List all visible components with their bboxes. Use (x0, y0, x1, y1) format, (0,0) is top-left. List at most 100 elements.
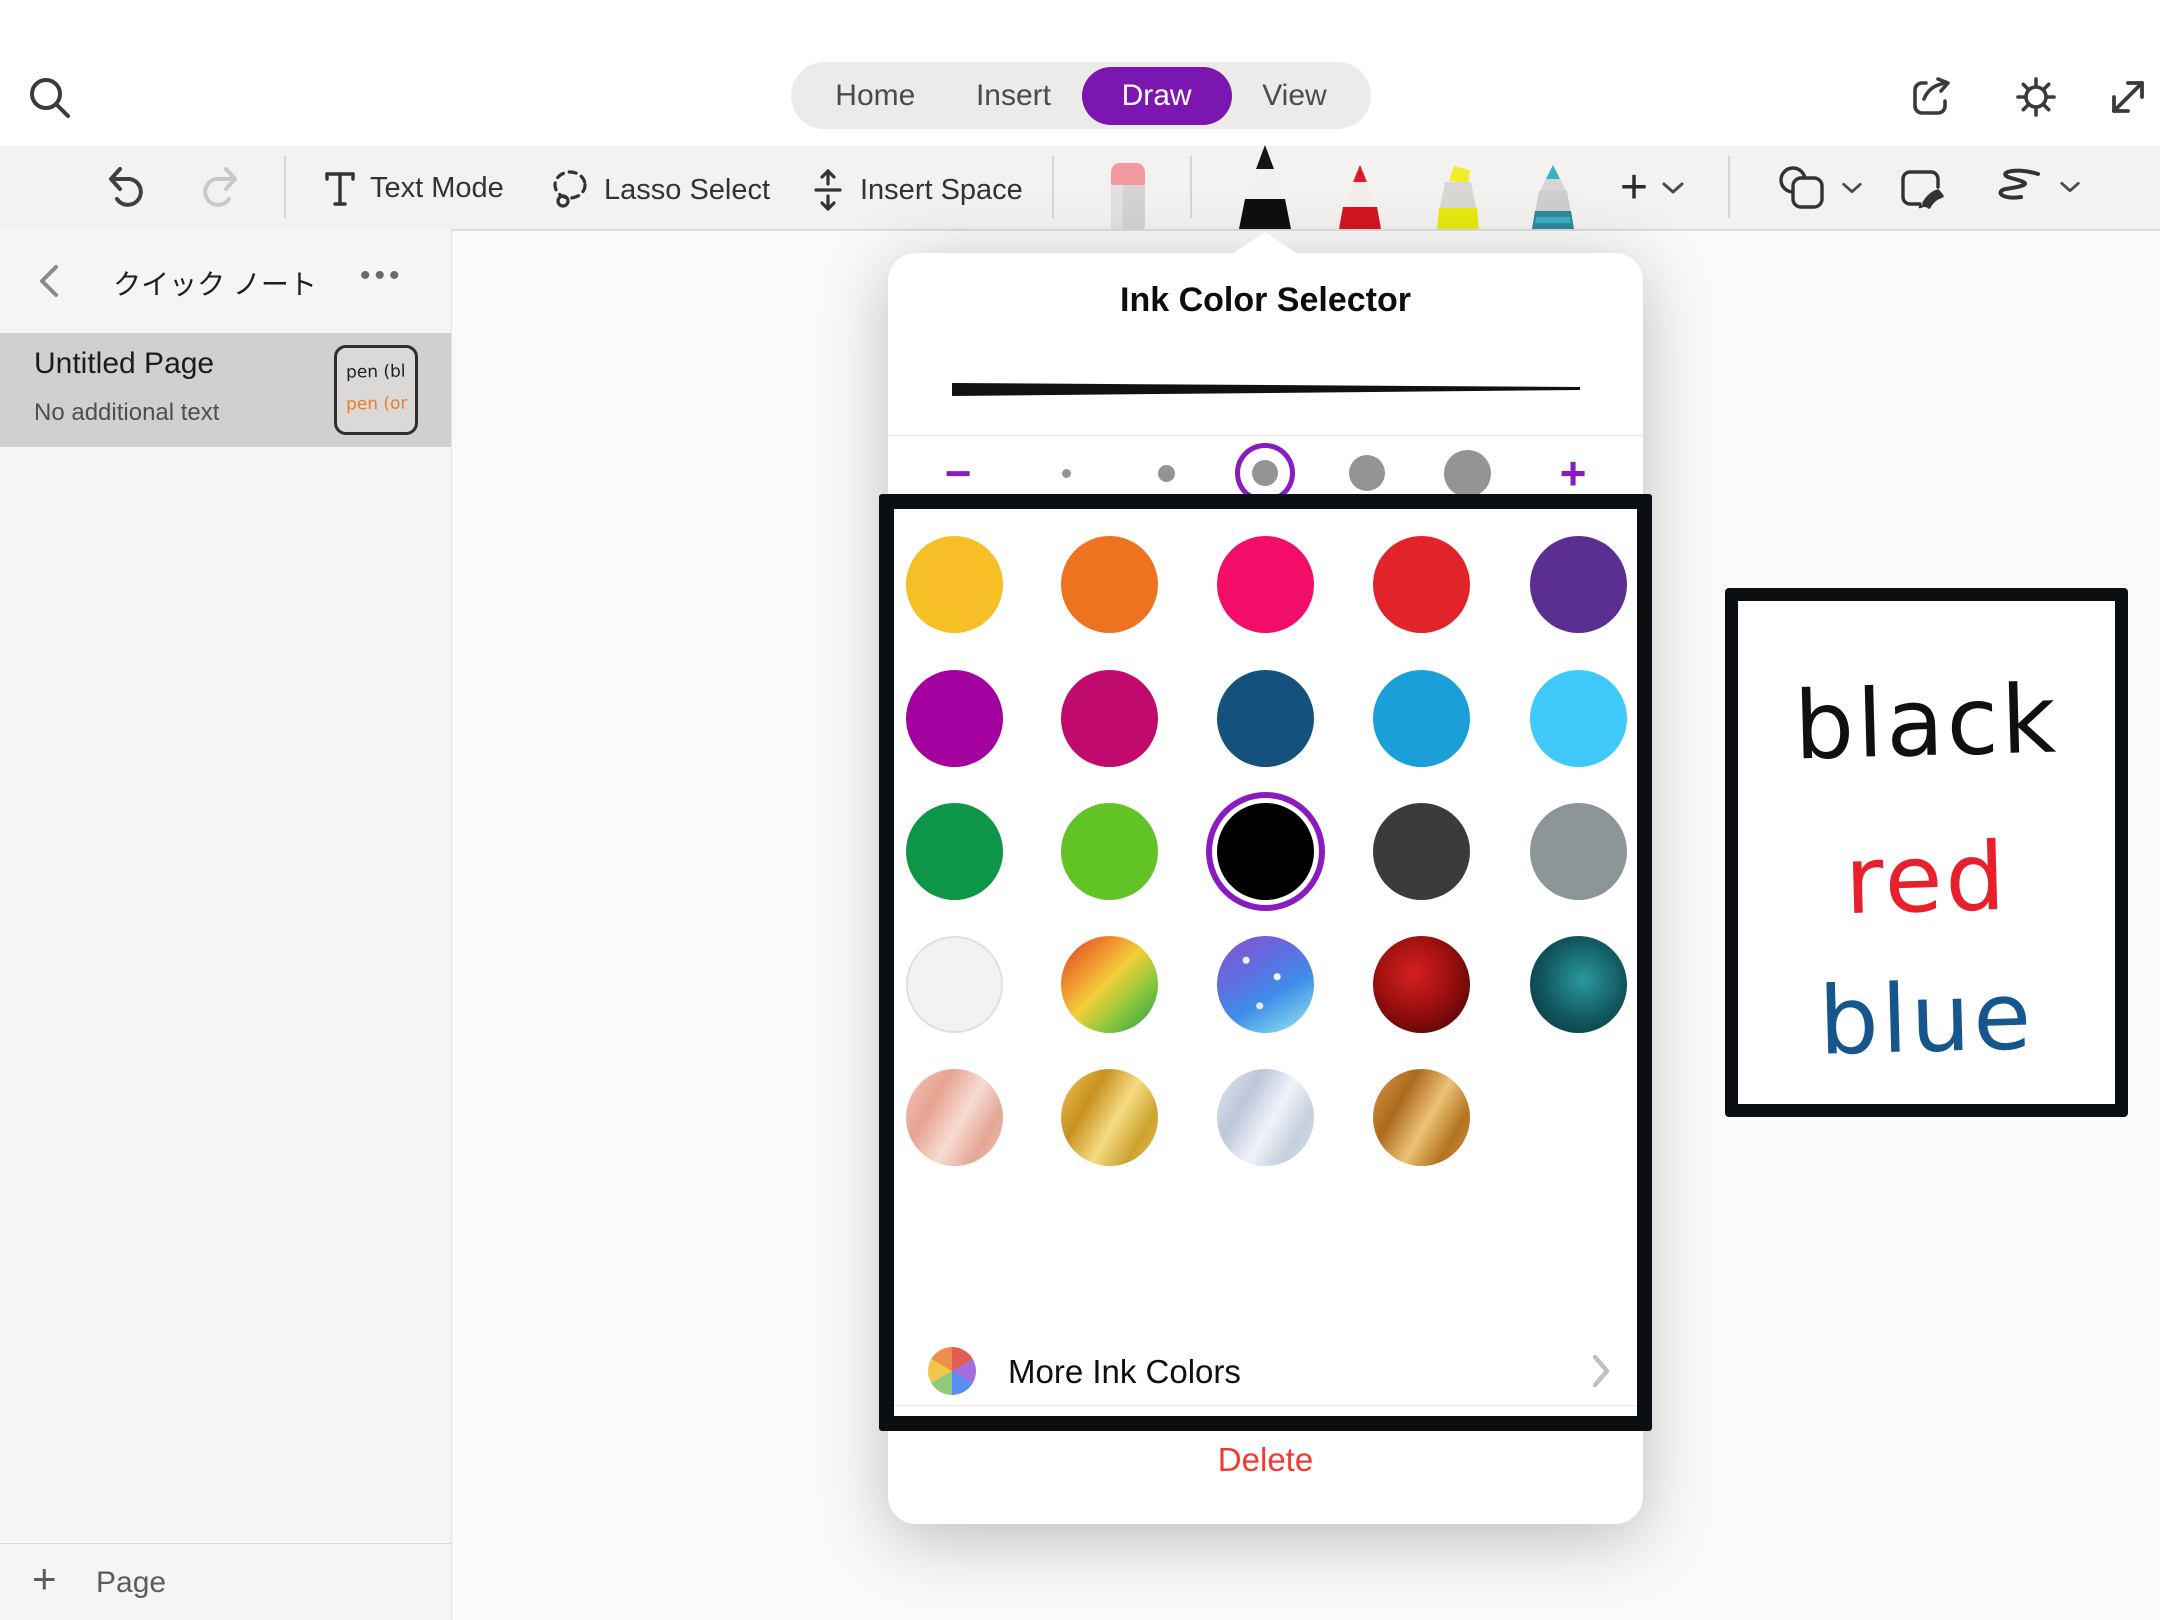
page-thumbnail: pen (bl pen (or (334, 345, 418, 435)
plus-icon: + (1620, 164, 1648, 212)
color-swatch-white[interactable] (906, 936, 1003, 1033)
pen-red-icon[interactable] (1334, 165, 1386, 234)
handwritten-word-black: black (1737, 672, 2116, 776)
ink-squiggle-icon (1990, 167, 2046, 207)
highlighter-yellow-icon[interactable] (1431, 165, 1485, 234)
tab-home[interactable]: Home (805, 69, 945, 123)
more-options-ellipsis-icon[interactable]: ••• (360, 259, 404, 293)
tab-insert[interactable]: Insert (946, 69, 1081, 123)
stroke-size-dot-3[interactable] (1252, 460, 1278, 486)
popup-title: Ink Color Selector (888, 281, 1643, 320)
color-swatch-ocean-teal[interactable] (1530, 936, 1627, 1033)
color-swatch-violet[interactable] (906, 670, 1003, 767)
text-mode-icon (322, 168, 358, 208)
toolbar-divider (284, 156, 286, 218)
thumbnail-ink-line: pen (or (346, 388, 416, 421)
more-ink-colors-row[interactable]: More Ink Colors (888, 1343, 1643, 1399)
color-swatch-rose-gold[interactable] (906, 1069, 1003, 1166)
stroke-size-dot-1[interactable] (1062, 469, 1071, 478)
color-swatch-red[interactable] (1373, 536, 1470, 633)
pencil-teal-icon[interactable] (1527, 165, 1579, 234)
color-swatch-gray[interactable] (1530, 803, 1627, 900)
stroke-size-dot-4[interactable] (1349, 455, 1385, 491)
search-icon[interactable] (22, 70, 78, 126)
popup-divider (888, 1405, 1643, 1406)
handwritten-word-blue: blue (1737, 968, 2116, 1072)
chevron-down-icon (1660, 180, 1686, 196)
tab-view[interactable]: View (1232, 69, 1356, 123)
text-mode-button[interactable]: Text Mode (322, 168, 504, 208)
lasso-icon (548, 168, 592, 212)
draw-toolbar: Text Mode Lasso Select Insert Space (0, 146, 2160, 231)
undo-button[interactable] (104, 163, 150, 213)
lasso-select-label: Lasso Select (604, 174, 770, 207)
color-swatch-gold[interactable] (1061, 1069, 1158, 1166)
lasso-select-button[interactable]: Lasso Select (548, 168, 770, 212)
color-swatch-dark-gray[interactable] (1373, 803, 1470, 900)
add-page-button[interactable]: + Page (0, 1543, 451, 1620)
color-swatch-blue[interactable] (1373, 670, 1470, 767)
color-swatch-silver[interactable] (1217, 1069, 1314, 1166)
more-ink-colors-label: More Ink Colors (1008, 1353, 1241, 1391)
stroke-size-dot-5[interactable] (1444, 450, 1491, 497)
insert-space-label: Insert Space (860, 174, 1023, 207)
color-swatch-green[interactable] (906, 803, 1003, 900)
ink-annotation-rectangle-words: black red blue (1725, 588, 2128, 1117)
tab-draw[interactable]: Draw (1082, 67, 1232, 125)
redo-button[interactable] (196, 163, 242, 213)
add-page-label: Page (96, 1566, 166, 1600)
page-list-item-selected[interactable]: Untitled Page No additional text pen (bl… (0, 333, 451, 447)
pen-black-selected-icon[interactable] (1233, 145, 1297, 234)
color-swatch-purple[interactable] (1530, 536, 1627, 633)
toolbar-divider (1728, 156, 1730, 218)
color-swatch-bronze[interactable] (1373, 1069, 1470, 1166)
fullscreen-expand-icon[interactable] (2102, 71, 2154, 123)
color-swatch-dark-blue[interactable] (1217, 670, 1314, 767)
settings-gear-icon[interactable] (2010, 71, 2062, 123)
text-mode-label: Text Mode (370, 172, 504, 205)
stroke-size-dot-2[interactable] (1158, 465, 1175, 482)
ink-annotate-icon (1898, 165, 1948, 211)
decrease-size-button[interactable]: − (928, 449, 988, 497)
plus-icon: + (32, 1558, 57, 1600)
onenote-draw-screen: Home Insert Draw View (0, 0, 2160, 1620)
chevron-right-icon (1590, 1353, 1612, 1394)
toolbar-divider (1190, 156, 1192, 218)
color-swatch-magenta[interactable] (1061, 670, 1158, 767)
color-wheel-icon (928, 1347, 976, 1395)
ink-annotate-button[interactable] (1898, 165, 1948, 211)
page-title: Untitled Page (34, 347, 214, 381)
color-swatch-galaxy[interactable] (1217, 936, 1314, 1033)
back-chevron-icon[interactable] (32, 261, 68, 301)
color-swatch-light-green[interactable] (1061, 803, 1158, 900)
color-swatch-light-blue[interactable] (1530, 670, 1627, 767)
ribbon-tab-bar: Home Insert Draw View (791, 62, 1371, 129)
color-swatch-rainbow-glitter[interactable] (1061, 936, 1158, 1033)
toolbar-divider (1052, 156, 1054, 218)
ink-color-selector-popup: Ink Color Selector − + More Ink Colors D… (888, 253, 1643, 1524)
popup-divider (888, 435, 1643, 436)
insert-space-button[interactable]: Insert Space (808, 168, 1023, 212)
chevron-down-icon (2058, 179, 2082, 195)
color-swatch-lava-red[interactable] (1373, 936, 1470, 1033)
increase-size-button[interactable]: + (1543, 449, 1603, 497)
insert-space-icon (808, 168, 848, 212)
sidebar-header: クイック ノート ••• (0, 229, 451, 333)
color-swatch-pink[interactable] (1217, 536, 1314, 633)
eraser-tool-icon[interactable] (1104, 161, 1152, 234)
handwritten-word-red: red (1737, 828, 2116, 932)
color-swatch-gold-yellow[interactable] (906, 536, 1003, 633)
thumbnail-ink-line: pen (bl (346, 355, 416, 388)
add-pen-button[interactable]: + (1620, 164, 1686, 212)
chevron-down-icon (1840, 180, 1864, 196)
color-swatch-black[interactable] (1217, 803, 1314, 900)
share-icon[interactable] (1906, 71, 1958, 123)
notebook-title: クイック ノート (90, 263, 340, 303)
free-ink-button[interactable] (1990, 167, 2082, 207)
shapes-icon (1776, 165, 1828, 211)
delete-pen-button[interactable]: Delete (888, 1441, 1643, 1479)
stroke-width-preview (952, 381, 1580, 404)
page-subtitle: No additional text (34, 399, 219, 427)
shapes-button[interactable] (1776, 165, 1864, 211)
color-swatch-orange[interactable] (1061, 536, 1158, 633)
